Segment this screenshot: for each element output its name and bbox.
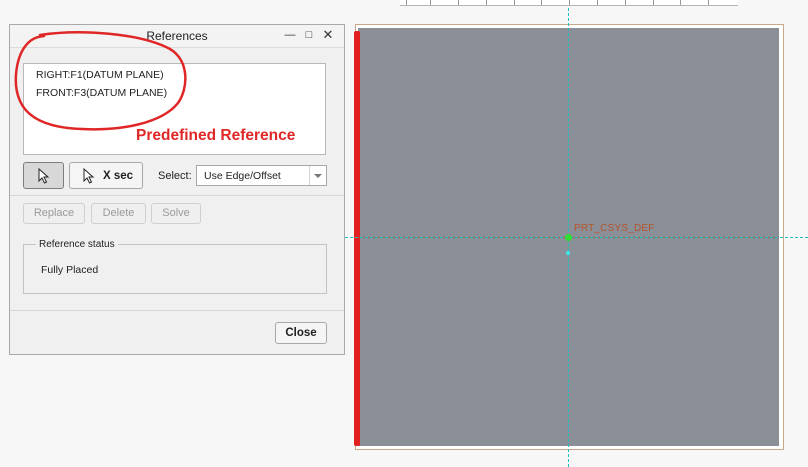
select-label: Select: [158, 170, 192, 182]
horizontal-datum-axis[interactable] [345, 237, 808, 238]
csys-label: PRT_CSYS_DEF [574, 223, 655, 234]
select-mode-value: Use Edge/Offset [204, 170, 281, 182]
cursor-arrow-icon [83, 168, 95, 184]
maximize-icon[interactable]: □ [302, 28, 316, 42]
cursor-arrow-icon [38, 168, 50, 184]
csys-origin-point[interactable] [565, 234, 572, 241]
reference-status-value: Fully Placed [41, 264, 99, 276]
divider [10, 310, 344, 311]
replace-button[interactable]: Replace [23, 203, 85, 224]
chevron-down-icon[interactable] [309, 166, 326, 185]
close-icon[interactable]: ✕ [321, 28, 335, 42]
toolbar-strip [400, 0, 738, 6]
annotation-ellipse [14, 31, 187, 131]
highlighted-reference-edge[interactable] [354, 31, 360, 446]
divider [10, 195, 344, 196]
delete-button[interactable]: Delete [91, 203, 146, 224]
xsec-label: X sec [103, 170, 134, 182]
select-reference-button[interactable] [23, 162, 64, 189]
minimize-icon[interactable]: — [283, 28, 297, 42]
xsec-button[interactable]: X sec [69, 162, 143, 189]
reference-status-legend: Reference status [36, 239, 118, 250]
csys-marker [566, 251, 570, 255]
solve-button[interactable]: Solve [151, 203, 201, 224]
close-button[interactable]: Close [275, 322, 327, 344]
select-mode-dropdown[interactable]: Use Edge/Offset [196, 165, 327, 186]
annotation-label: Predefined Reference [136, 127, 296, 144]
